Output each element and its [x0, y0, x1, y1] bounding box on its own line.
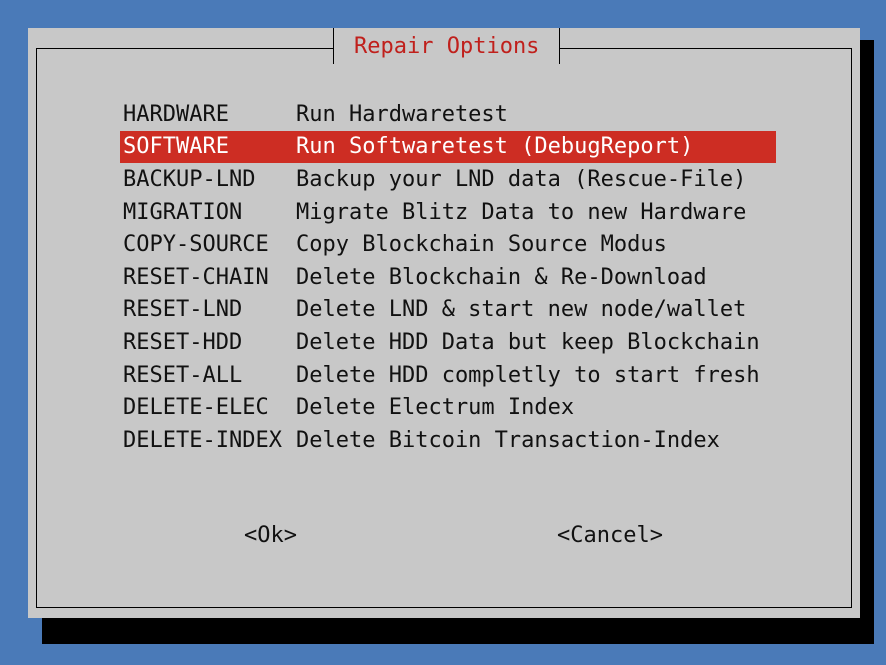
menu-item-tag: MIGRATION — [123, 199, 243, 225]
menu-item-description: Run Softwaretest (DebugReport) — [296, 134, 694, 160]
menu-item-description: Delete Bitcoin Transaction-Index — [296, 427, 720, 453]
menu-item-description: Delete HDD completly to start fresh — [296, 362, 760, 388]
menu-item-reset-lnd[interactable]: RESET-LND Delete LND & start new node/wa… — [120, 294, 820, 327]
button-bar: <Ok> <Cancel> — [28, 523, 860, 553]
menu-item-description: Run Hardwaretest — [296, 101, 508, 127]
menu-item-tag: RESET-HDD — [123, 329, 243, 355]
menu-item-reset-hdd[interactable]: RESET-HDD Delete HDD Data but keep Block… — [120, 326, 820, 359]
menu-item-copy-source[interactable]: COPY-SOURCE Copy Blockchain Source Modus — [120, 228, 820, 261]
menu-item-delete-elec[interactable]: DELETE-ELEC Delete Electrum Index — [120, 391, 820, 424]
menu-item-tag: DELETE-ELEC — [123, 395, 269, 421]
menu-item-backup-lnd[interactable]: BACKUP-LND Backup your LND data (Rescue-… — [120, 163, 820, 196]
menu-item-delete-index[interactable]: DELETE-INDEX Delete Bitcoin Transaction-… — [120, 424, 820, 457]
menu-item-hardware[interactable]: HARDWARE Run Hardwaretest — [120, 98, 820, 131]
menu-item-description: Delete HDD Data but keep Blockchain — [296, 329, 760, 355]
menu-item-tag: RESET-ALL — [123, 362, 243, 388]
menu-item-tag: RESET-LND — [123, 297, 243, 323]
menu-item-description: Delete LND & start new node/wallet — [296, 297, 747, 323]
menu-item-software[interactable]: SOFTWARE Run Softwaretest (DebugReport) — [120, 130, 776, 164]
ok-button[interactable]: <Ok> — [244, 523, 297, 548]
menu-item-tag: SOFTWARE — [123, 134, 229, 160]
menu-item-migration[interactable]: MIGRATION Migrate Blitz Data to new Hard… — [120, 196, 820, 229]
menu-item-tag: COPY-SOURCE — [123, 232, 269, 258]
menu-item-description: Delete Blockchain & Re-Download — [296, 264, 707, 290]
menu-item-reset-chain[interactable]: RESET-CHAIN Delete Blockchain & Re-Downl… — [120, 261, 820, 294]
menu-item-description: Backup your LND data (Rescue-File) — [296, 166, 747, 192]
menu-item-tag: HARDWARE — [123, 101, 229, 127]
menu-item-description: Copy Blockchain Source Modus — [296, 232, 667, 258]
menu-item-reset-all[interactable]: RESET-ALL Delete HDD completly to start … — [120, 359, 820, 392]
menu-item-tag: BACKUP-LND — [123, 166, 256, 192]
menu-item-tag: DELETE-INDEX — [123, 427, 282, 453]
repair-options-dialog: Repair Options HARDWARE Run Hardwaretest… — [28, 28, 860, 618]
cancel-button[interactable]: <Cancel> — [557, 523, 663, 548]
menu-item-description: Delete Electrum Index — [296, 395, 575, 421]
dialog-title: Repair Options — [333, 28, 561, 64]
menu-list: HARDWARE Run Hardwaretest SOFTWARE Run S… — [120, 98, 820, 457]
menu-item-tag: RESET-CHAIN — [123, 264, 269, 290]
menu-item-description: Migrate Blitz Data to new Hardware — [296, 199, 747, 225]
